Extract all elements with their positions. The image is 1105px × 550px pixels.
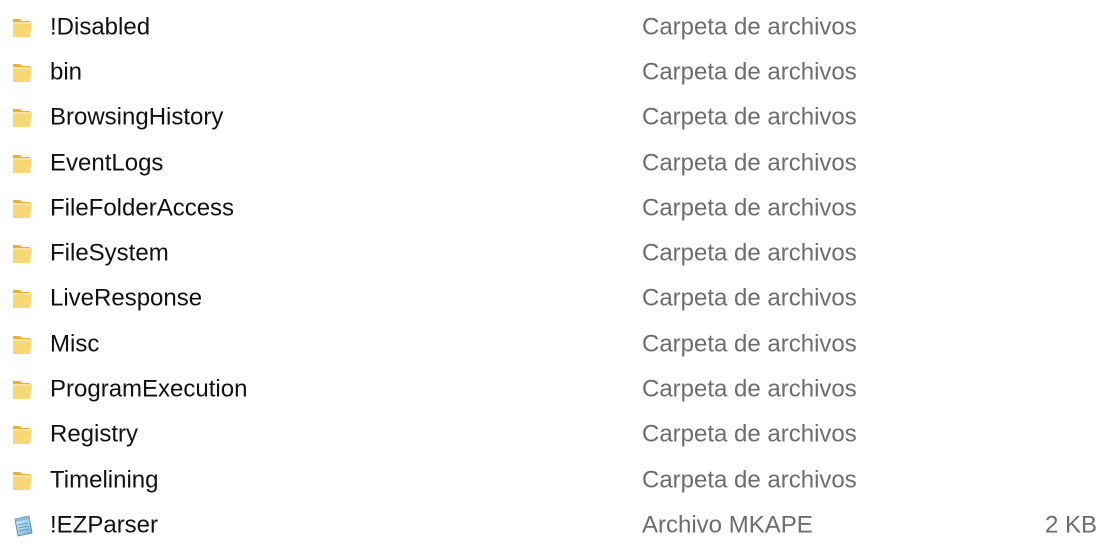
file-type: Carpeta de archivos [642,330,857,358]
folder-icon [13,381,32,400]
file-list: !Disabled Carpeta de archivos bin Carpet… [0,0,1105,549]
list-item[interactable]: Timelining Carpeta de archivos [0,458,1105,503]
folder-icon [13,245,32,264]
list-item[interactable]: bin Carpeta de archivos [0,50,1105,95]
file-name: ProgramExecution [50,375,248,403]
file-type: Carpeta de archivos [642,466,857,494]
file-name: bin [50,58,83,86]
file-name: FileFolderAccess [50,194,235,222]
list-item[interactable]: BrowsingHistory Carpeta de archivos [0,96,1105,141]
file-type: Archivo MKAPE [642,511,813,539]
file-type: Carpeta de archivos [642,420,857,448]
file-type: Carpeta de archivos [642,239,857,267]
notepad-file-icon [14,515,33,537]
file-name: !EZParser [50,511,159,539]
list-item[interactable]: Registry Carpeta de archivos [0,413,1105,458]
folder-icon [13,335,32,354]
folder-icon [13,471,32,490]
file-size: 2 KB [1044,511,1097,539]
file-type: Carpeta de archivos [642,58,857,86]
file-type: Carpeta de archivos [642,13,857,41]
folder-icon [13,154,32,173]
file-type: Carpeta de archivos [642,103,857,131]
file-name: EventLogs [50,148,164,176]
file-name: FileSystem [50,239,169,267]
file-name: Timelining [50,466,159,494]
file-name: BrowsingHistory [50,103,224,131]
file-name: LiveResponse [50,284,203,312]
file-type: Carpeta de archivos [642,148,857,176]
list-item[interactable]: !Disabled Carpeta de archivos [0,5,1105,50]
list-item[interactable]: Misc Carpeta de archivos [0,322,1105,367]
folder-icon [13,109,32,128]
file-type: Carpeta de archivos [642,194,857,222]
list-item[interactable]: ProgramExecution Carpeta de archivos [0,367,1105,412]
folder-icon [13,18,32,37]
folder-icon [13,63,32,82]
file-type: Carpeta de archivos [642,284,857,312]
folder-icon [13,199,32,218]
list-item[interactable]: FileFolderAccess Carpeta de archivos [0,186,1105,231]
list-item[interactable]: !EZParser Archivo MKAPE 2 KB [0,503,1105,548]
folder-icon [13,290,32,309]
folder-icon [13,426,32,445]
file-name: !Disabled [50,13,151,41]
list-item[interactable]: LiveResponse Carpeta de archivos [0,277,1105,322]
file-name: Registry [50,420,139,448]
file-name: Misc [50,330,100,358]
list-item[interactable]: FileSystem Carpeta de archivos [0,231,1105,276]
file-type: Carpeta de archivos [642,375,857,403]
list-item[interactable]: EventLogs Carpeta de archivos [0,141,1105,186]
